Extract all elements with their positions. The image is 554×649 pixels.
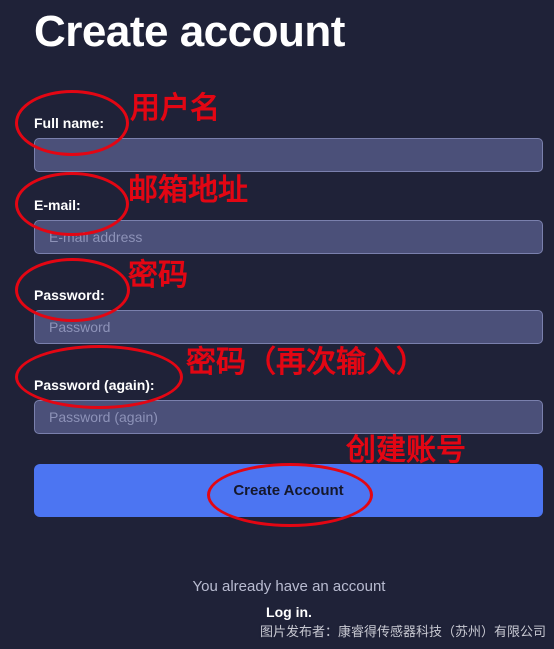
password-annotation: 密码 bbox=[128, 258, 188, 293]
login-prompt: You already have an account bbox=[192, 578, 386, 595]
password-input[interactable] bbox=[34, 310, 543, 344]
page-title: Create account bbox=[34, 7, 345, 56]
password-highlight-ellipse bbox=[15, 258, 130, 322]
password-again-highlight-ellipse bbox=[15, 345, 183, 409]
publisher-watermark: 图片发布者：康睿得传感器科技（苏州）有限公司 bbox=[259, 624, 546, 639]
create-account-highlight-ellipse bbox=[207, 463, 373, 527]
full-name-highlight-ellipse bbox=[15, 90, 129, 156]
password-again-annotation: 密码（再次输入） bbox=[186, 345, 426, 380]
create-account-page: Create account Full name: E-mail: Passwo… bbox=[0, 0, 554, 649]
create-account-annotation: 创建账号 bbox=[346, 433, 466, 468]
login-link[interactable]: Log in. bbox=[0, 604, 554, 620]
full-name-annotation: 用户名 bbox=[130, 91, 220, 126]
email-highlight-ellipse bbox=[15, 172, 129, 236]
email-annotation: 邮箱地址 bbox=[128, 173, 248, 208]
